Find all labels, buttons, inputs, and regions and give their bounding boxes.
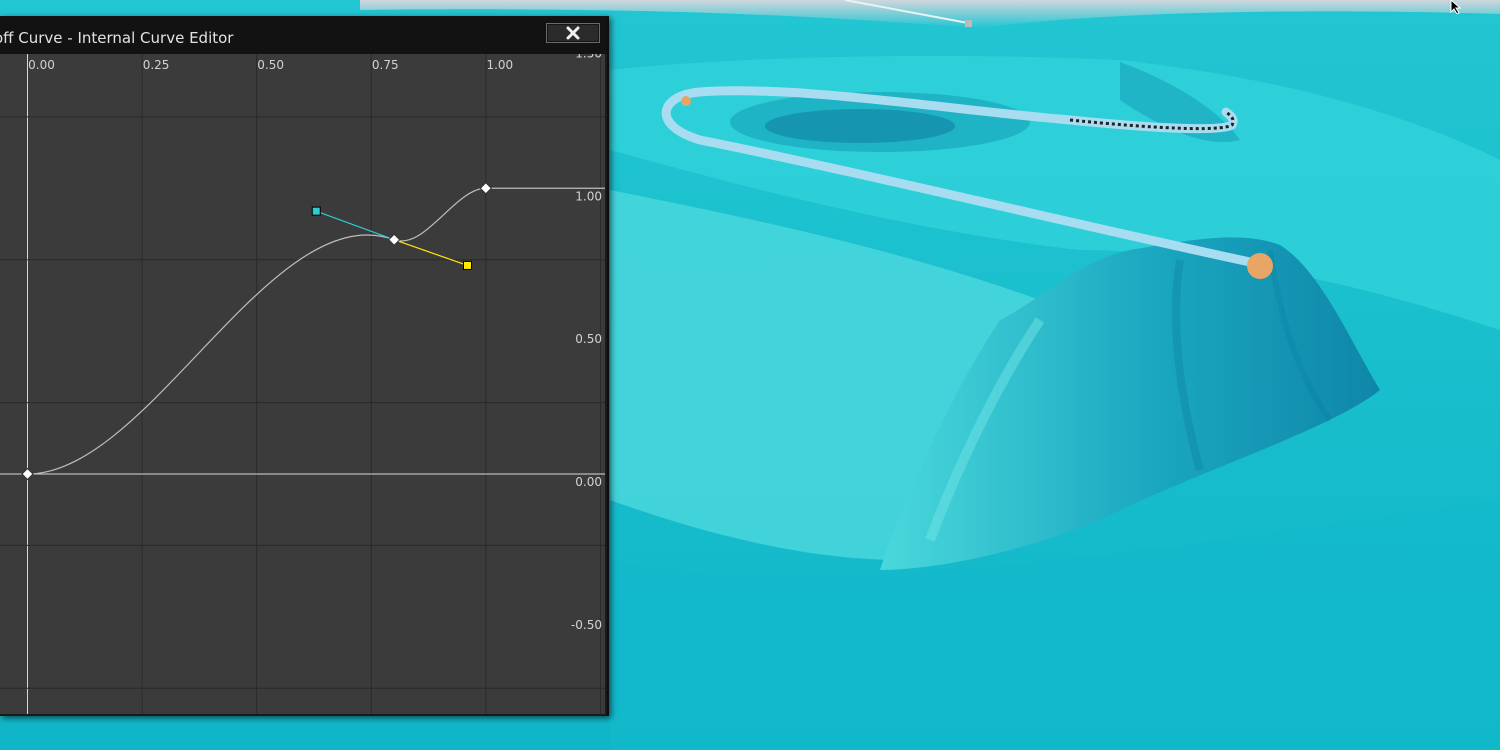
spline-point-marker[interactable] — [965, 20, 972, 27]
window-title: off Curve - Internal Curve Editor — [0, 29, 234, 47]
x-tick-label: 0.25 — [143, 58, 170, 72]
x-tick-label: 0.75 — [372, 58, 399, 72]
y-tick-label: 0.50 — [575, 332, 602, 346]
window-title-bar[interactable]: off Curve - Internal Curve Editor — [0, 16, 607, 54]
x-tick-label: 0.50 — [257, 58, 284, 72]
x-tick-label: 1.00 — [486, 58, 513, 72]
close-button[interactable] — [546, 23, 600, 43]
leave-tangent-handle[interactable] — [463, 260, 472, 270]
close-icon — [566, 26, 580, 40]
y-tick-label: -0.50 — [571, 618, 602, 632]
arrive-tangent-handle[interactable] — [311, 206, 321, 216]
y-tick-label: 1.00 — [575, 189, 602, 203]
curve-graph[interactable]: 0.00 0.25 0.50 0.75 1.00 1.50 1.00 0.50 0.00 -0.… — [0, 54, 605, 714]
spline-start-point[interactable] — [681, 96, 691, 106]
mouse-cursor-icon — [1450, 0, 1462, 14]
spline-end-point[interactable] — [1247, 253, 1273, 279]
x-tick-label: 0.00 — [28, 58, 55, 72]
y-tick-label: 0.00 — [575, 475, 602, 489]
y-tick-label: 1.50 — [575, 54, 602, 60]
curve-editor-window: off Curve - Internal Curve Editor 0.00 0.… — [0, 16, 609, 716]
